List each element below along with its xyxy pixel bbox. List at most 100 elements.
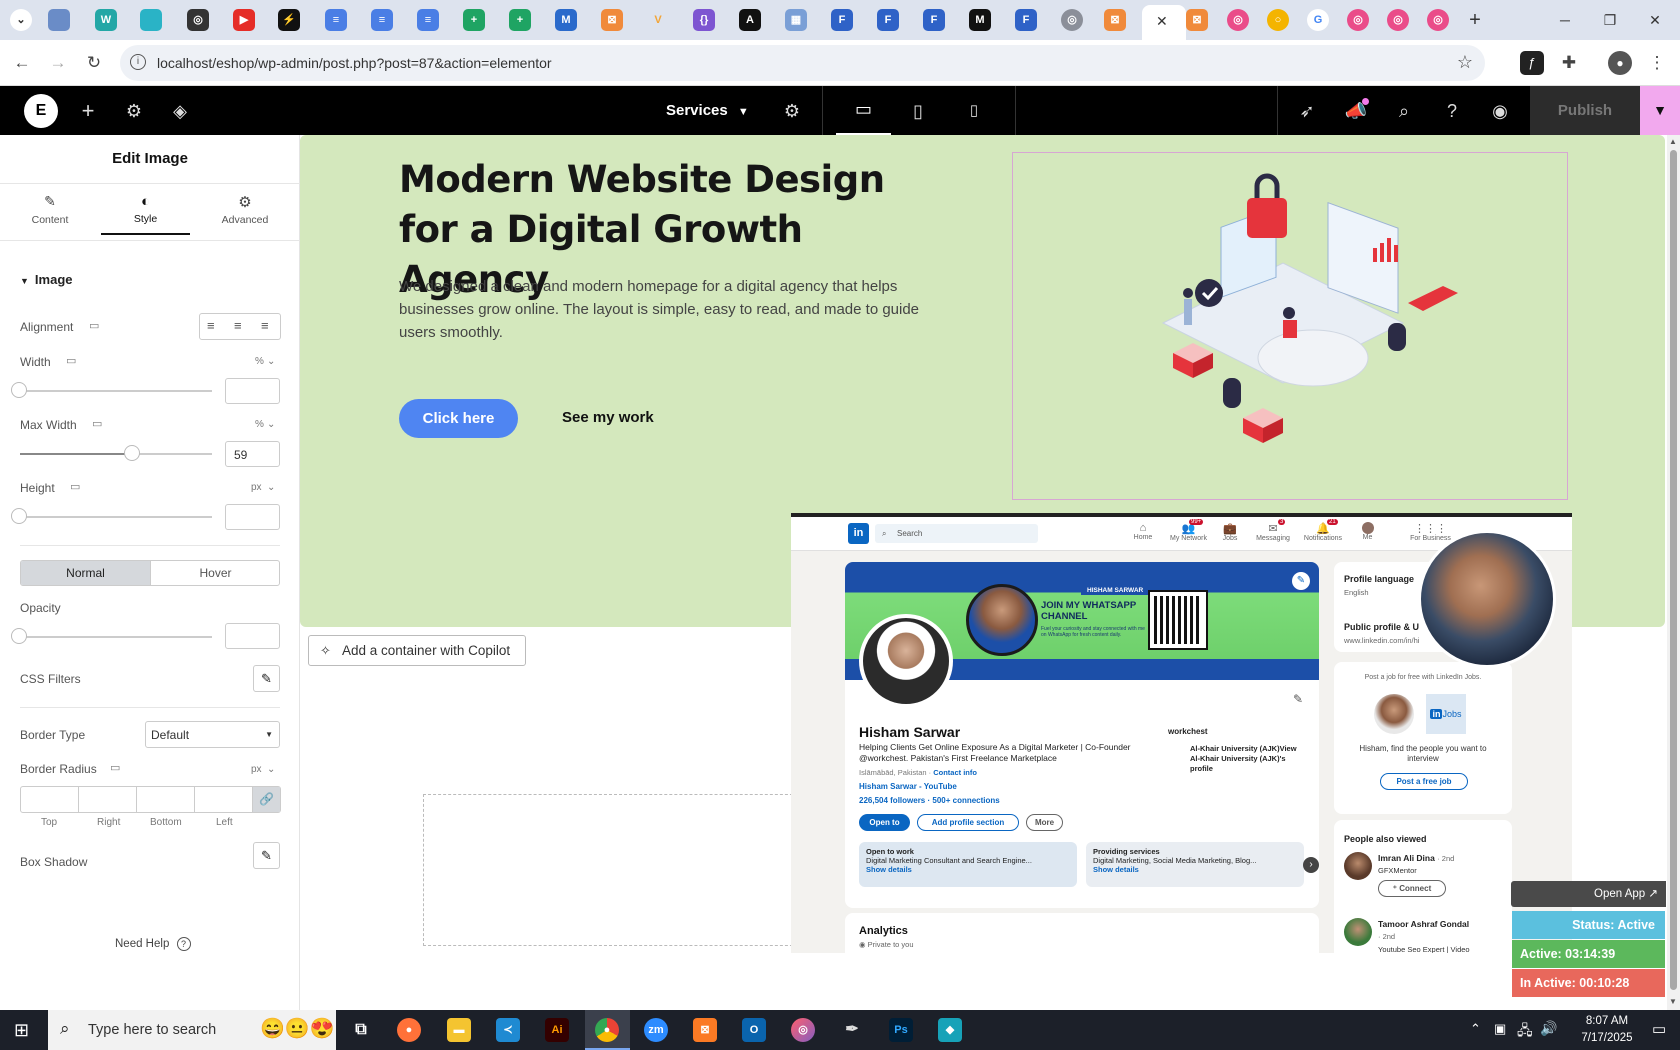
bookmark-star-icon[interactable]: ☆: [1457, 52, 1473, 73]
click-here-button[interactable]: Click here: [399, 399, 518, 438]
open-to-work-card[interactable]: Open to work Digital Marketing Consultan…: [859, 842, 1077, 887]
puzzle-extensions-icon[interactable]: ✚: [1557, 51, 1581, 75]
tab-favicon[interactable]: ▶: [233, 9, 255, 31]
edit-banner-icon[interactable]: ✎: [1292, 572, 1310, 590]
tab-favicon[interactable]: F: [923, 9, 945, 31]
launch-rocket-icon[interactable]: ➶: [1294, 98, 1320, 124]
open-app-button[interactable]: Open App ↗: [1511, 881, 1666, 907]
tab-favicon[interactable]: [140, 9, 162, 31]
file-explorer-icon[interactable]: ▬: [447, 1018, 471, 1042]
border-type-select[interactable]: Default ▼: [145, 721, 280, 748]
tab-favicon[interactable]: F: [1015, 9, 1037, 31]
elementor-logo-icon[interactable]: E: [24, 94, 58, 128]
tab-favicon[interactable]: V: [647, 9, 669, 31]
width-input[interactable]: [225, 378, 280, 404]
tray-app-icon[interactable]: ▣: [1494, 1021, 1506, 1037]
align-center-icon[interactable]: ≡: [234, 318, 242, 333]
url-text[interactable]: localhost/eshop/wp-admin/post.php?post=8…: [157, 55, 552, 71]
tab-favicon[interactable]: ◎: [1347, 9, 1369, 31]
width-slider-track[interactable]: [20, 390, 212, 392]
nav-me[interactable]: Me: [1355, 522, 1380, 541]
max-width-input[interactable]: 59: [225, 441, 280, 467]
hero-image[interactable]: [1012, 152, 1568, 500]
person-name[interactable]: Tamoor Ashraf Gondal: [1378, 919, 1469, 929]
more-button[interactable]: More: [1026, 814, 1063, 831]
section-toggle-image[interactable]: ▼ Image: [20, 272, 73, 287]
radius-bottom-input[interactable]: [137, 787, 195, 812]
nav-home[interactable]: ⌂ Home: [1128, 522, 1158, 541]
publish-options-chevron-icon[interactable]: ▼: [1640, 86, 1680, 135]
restore-icon[interactable]: ❐: [1590, 6, 1630, 34]
tab-favicon[interactable]: W: [95, 9, 117, 31]
university-entry[interactable]: Al-Khair University (AJK)View Al-Khair U…: [1190, 744, 1305, 774]
public-profile-title[interactable]: Public profile & U: [1344, 622, 1419, 632]
tab-favicon[interactable]: ≡: [325, 9, 347, 31]
extension-icon[interactable]: ƒ: [1520, 51, 1544, 75]
tab-favicon[interactable]: [48, 9, 70, 31]
linkedin-logo-icon[interactable]: in: [848, 523, 869, 544]
radius-right-input[interactable]: [79, 787, 137, 812]
add-profile-section-button[interactable]: Add profile section: [917, 814, 1019, 831]
align-left-icon[interactable]: ≡: [207, 318, 215, 333]
notification-center-icon[interactable]: ▭: [1652, 1020, 1666, 1038]
xampp-icon[interactable]: ⊠: [693, 1018, 717, 1042]
zoom-icon[interactable]: zm: [644, 1018, 668, 1042]
scroll-down-icon[interactable]: ▼: [1669, 997, 1677, 1006]
tab-favicon[interactable]: ≡: [417, 9, 439, 31]
nav-notifications[interactable]: 🔔 Notifications: [1299, 522, 1347, 542]
open-to-button[interactable]: Open to: [859, 814, 910, 831]
responsive-desktop-icon[interactable]: ▭: [66, 354, 76, 367]
tab-favicon[interactable]: {}: [693, 9, 715, 31]
minimize-icon[interactable]: ─: [1545, 6, 1585, 34]
responsive-desktop-icon[interactable]: ▭: [92, 417, 102, 430]
back-icon[interactable]: ←: [10, 51, 34, 75]
taskbar-search-input[interactable]: ⌕ Type here to search 😄😐😍: [48, 1010, 336, 1050]
scroll-thumb[interactable]: [1670, 150, 1677, 990]
css-filters-edit-icon[interactable]: ✎: [253, 665, 280, 692]
close-window-icon[interactable]: ✕: [1635, 6, 1675, 34]
profile-photo[interactable]: [859, 614, 953, 708]
nav-messaging[interactable]: ✉ Messaging: [1253, 522, 1293, 542]
tab-favicon[interactable]: ⊠: [601, 9, 623, 31]
windows-start-icon[interactable]: ⊞: [14, 1020, 34, 1040]
border-radius-unit-selector[interactable]: px: [251, 764, 262, 775]
show-details-link[interactable]: Show details: [1093, 865, 1297, 874]
tablet-view-icon[interactable]: ▯: [905, 98, 931, 124]
canvas-scrollbar[interactable]: ▲ ▼: [1667, 135, 1680, 1010]
tab-favicon[interactable]: F: [831, 9, 853, 31]
person-name[interactable]: Imran Ali Dina · 2nd: [1378, 853, 1454, 863]
tab-favicon[interactable]: ◎: [187, 9, 209, 31]
height-slider-track[interactable]: [20, 516, 212, 518]
page-settings-gear-icon[interactable]: ⚙: [779, 98, 805, 124]
tab-favicon[interactable]: +: [463, 9, 485, 31]
structure-layers-icon[interactable]: ◈: [167, 98, 193, 124]
contact-info-link[interactable]: Contact info: [933, 768, 977, 777]
connections-count[interactable]: 500+ connections: [932, 796, 999, 805]
responsive-desktop-icon[interactable]: ▭: [89, 319, 99, 332]
tab-favicon[interactable]: ⊠: [1186, 9, 1208, 31]
clock[interactable]: 8:07 AM 7/17/2025: [1567, 1013, 1647, 1047]
task-view-icon[interactable]: ⧉: [349, 1018, 373, 1042]
nav-business[interactable]: ⋮⋮⋮ For Business: [1403, 522, 1458, 542]
tab-favicon[interactable]: M: [969, 9, 991, 31]
desktop-view-icon[interactable]: ▭: [836, 86, 891, 135]
show-details-link[interactable]: Show details: [866, 865, 1070, 874]
height-unit-selector[interactable]: px: [251, 482, 262, 493]
align-right-icon[interactable]: ≡: [261, 318, 269, 333]
followers-count[interactable]: 226,504 followers: [859, 796, 925, 805]
volume-icon[interactable]: 🔊: [1540, 1020, 1557, 1037]
opacity-input[interactable]: [225, 623, 280, 649]
see-my-work-button[interactable]: See my work: [562, 409, 654, 426]
tab-active[interactable]: ✕: [1142, 5, 1186, 40]
site-info-icon[interactable]: i: [130, 54, 146, 70]
max-width-unit-selector[interactable]: %: [255, 419, 264, 430]
photos-icon[interactable]: ◎: [791, 1018, 815, 1042]
tab-favicon[interactable]: G: [1307, 9, 1329, 31]
box-shadow-edit-icon[interactable]: ✎: [253, 842, 280, 869]
add-element-icon[interactable]: +: [75, 98, 101, 124]
radius-left-input[interactable]: [195, 787, 253, 812]
tab-favicon[interactable]: ⊠: [1104, 9, 1126, 31]
vscode-icon[interactable]: ≺: [496, 1018, 520, 1042]
tab-hover[interactable]: Hover: [150, 561, 279, 585]
responsive-desktop-icon[interactable]: ▭: [110, 761, 120, 774]
